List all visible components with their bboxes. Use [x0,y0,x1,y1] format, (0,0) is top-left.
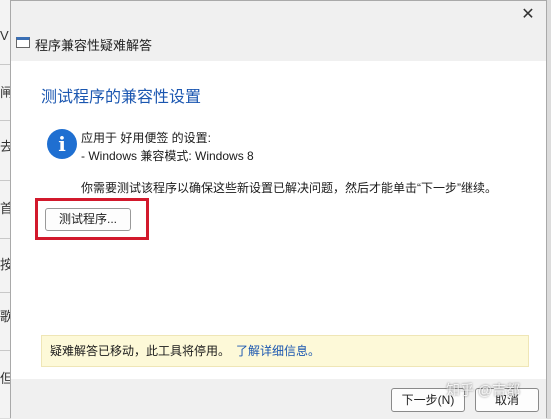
background-glyph: 按 [0,257,10,272]
compatibility-troubleshooter-dialog: ✕ 程序兼容性疑难解答 测试程序的兼容性设置 i 应用于 好用便签 的设置: -… [10,0,547,419]
test-program-button[interactable]: 测试程序... [45,208,131,231]
background-glyph: 闸 [0,85,10,100]
applied-settings-title: 应用于 好用便签 的设置: [81,131,212,145]
moved-notice-banner: 疑难解答已移动，此工具将停用。 了解详细信息。 [41,335,529,367]
background-divider [0,350,10,351]
background-divider [0,238,10,239]
learn-more-link[interactable]: 了解详细信息。 [236,344,320,358]
background-glyph: 去 [0,139,10,154]
info-icon: i [47,129,77,159]
dialog-title: 程序兼容性疑难解答 [35,38,153,53]
compatibility-mode-value: - Windows 兼容模式: Windows 8 [81,149,254,163]
background-divider [0,180,10,181]
background-glyph: 歌 [0,309,10,324]
background-glyph: V [0,28,9,43]
dialog-content-panel: 测试程序的兼容性设置 i 应用于 好用便签 的设置: - Windows 兼容模… [11,61,546,379]
notice-text: 疑难解答已移动，此工具将停用。 [50,344,231,358]
background-divider [0,64,10,65]
dialog-titlebar: 程序兼容性疑难解答 [11,31,546,57]
page-heading: 测试程序的兼容性设置 [41,89,202,106]
watermark: 知乎 @吉都 [446,382,521,398]
background-glyph: 首 [0,201,10,216]
background-divider [0,120,10,121]
background-divider [0,292,10,293]
test-instruction-text: 你需要测试该程序以确保这些新设置已解决问题，然后才能单击“下一步”继续。 [81,181,497,195]
program-window-icon [16,37,30,48]
close-icon[interactable]: ✕ [516,3,540,27]
background-glyph: 但 [0,371,10,386]
